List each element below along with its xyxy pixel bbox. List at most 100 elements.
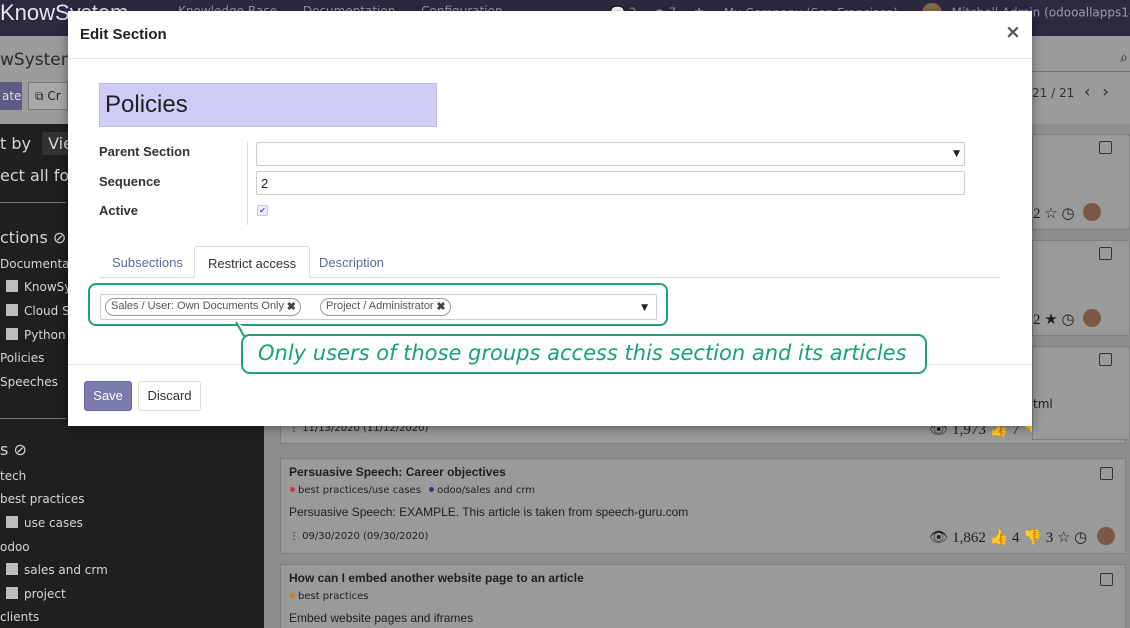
tag-label: use cases	[24, 516, 83, 530]
article-card[interactable]: tml	[1032, 346, 1130, 440]
discard-button[interactable]: Discard	[138, 381, 201, 411]
sections-title: ctions	[0, 228, 48, 247]
section-item[interactable]: Speeches	[0, 375, 58, 389]
article-title[interactable]: Persuasive Speech: Career objectives	[289, 465, 506, 479]
author-avatar	[1097, 527, 1115, 545]
create-button[interactable]: ate	[0, 82, 22, 110]
tag-label: best practices	[0, 492, 85, 506]
tag-text: odoo/sales and crm	[437, 485, 535, 496]
dialog-title: Edit Section	[80, 26, 167, 43]
views-count: 1,862	[952, 530, 986, 546]
section-item[interactable]: Cloud S	[6, 304, 70, 318]
tag-label: project	[24, 587, 66, 601]
tag-dot	[290, 593, 295, 598]
tag-item[interactable]: sales and crm	[6, 563, 108, 577]
pager-nav: ‹›	[1084, 82, 1121, 101]
article-title[interactable]: How can I embed another website page to …	[289, 571, 584, 585]
tags-heading: s ⊘	[0, 440, 27, 459]
chevron-right-icon[interactable]: ›	[1102, 82, 1120, 101]
active-checkbox[interactable]: ✔	[257, 205, 268, 216]
clear-tags-icon[interactable]: ⊘	[13, 440, 26, 459]
parent-section-select[interactable]: ▼	[256, 142, 965, 166]
section-name-input[interactable]: Policies	[99, 83, 437, 127]
select-checkbox[interactable]	[1099, 353, 1112, 366]
article-card[interactable]: 2 ☆ ◷	[1032, 134, 1130, 230]
divider	[0, 202, 66, 203]
clock-icon: ◷	[1061, 206, 1075, 222]
article-date: ⋮ 09/30/2020 (09/30/2020)	[289, 531, 429, 542]
article-card[interactable]: How can I embed another website page to …	[280, 564, 1126, 628]
sort-by-text: t by	[0, 134, 31, 153]
article-stats: 2 ☆ ◷	[1033, 203, 1101, 223]
section-label: Policies	[0, 351, 45, 365]
clock-icon: ◷	[1074, 530, 1088, 546]
tab-subsections[interactable]: Subsections	[99, 246, 196, 278]
tag-item[interactable]: project	[6, 587, 66, 601]
checkbox[interactable]	[6, 587, 18, 599]
checkbox[interactable]	[6, 304, 18, 316]
tab-restrict-access[interactable]: Restrict access	[194, 246, 311, 278]
article-card[interactable]: 2 ★ ◷	[1032, 240, 1130, 336]
highlight-frame	[88, 283, 668, 326]
star-icon[interactable]: ☆	[1057, 530, 1070, 546]
star-icon[interactable]: ★	[1044, 312, 1057, 328]
tag-item[interactable]: best practices	[0, 492, 85, 506]
section-label: Documentat	[0, 257, 75, 271]
section-label: Speeches	[0, 375, 58, 389]
divider	[0, 418, 66, 419]
section-label: Cloud S	[24, 304, 70, 318]
article-description-fragment: tml	[1033, 397, 1053, 411]
sequence-input[interactable]: 2	[256, 171, 965, 195]
star-icon[interactable]: ☆	[1044, 206, 1057, 222]
checkbox[interactable]	[6, 516, 18, 528]
tag-item[interactable]: clients	[0, 610, 39, 624]
caret-down-icon[interactable]: ▼	[953, 149, 960, 159]
select-checkbox[interactable]	[1099, 141, 1112, 154]
select-checkbox[interactable]	[1100, 573, 1113, 586]
article-card[interactable]: Persuasive Speech: Career objectives bes…	[280, 458, 1126, 554]
thumbs-down-icon[interactable]: 👎	[1023, 530, 1042, 546]
tag-item[interactable]: use cases	[6, 516, 83, 530]
select-checkbox[interactable]	[1100, 467, 1113, 480]
section-label: Python	[24, 328, 66, 342]
checkbox[interactable]	[6, 280, 18, 292]
save-button[interactable]: Save	[84, 381, 132, 411]
search-input[interactable]: ⌕	[1030, 48, 1130, 72]
chevron-left-icon[interactable]: ‹	[1084, 82, 1102, 101]
select-checkbox[interactable]	[1099, 247, 1112, 260]
section-item[interactable]: KnowSy	[6, 280, 71, 294]
tag-text: best practices	[298, 591, 369, 602]
tab-description[interactable]: Description	[306, 246, 397, 278]
article-tags: best practices	[289, 591, 368, 602]
tag-label: tech	[0, 469, 27, 483]
annotation-callout: Only users of those groups access this s…	[241, 334, 927, 374]
duplicate-button[interactable]: ⧉ Cr	[28, 82, 68, 110]
tag-text: best practices/use cases	[298, 485, 421, 496]
likes-count: 2	[1033, 312, 1041, 328]
section-item[interactable]: Python	[6, 328, 66, 342]
section-label: KnowSy	[24, 280, 72, 294]
close-icon[interactable]: ×	[1005, 21, 1021, 43]
pager-value[interactable]: 21 / 21	[1032, 86, 1074, 100]
thumbs-up-icon[interactable]: 👍	[990, 530, 1009, 546]
checkbox[interactable]	[6, 328, 18, 340]
search-icon[interactable]: ⌕	[1120, 50, 1128, 66]
tag-label: odoo	[0, 540, 30, 554]
tag-item[interactable]: odoo	[0, 540, 30, 554]
article-stats: 2 ★ ◷	[1033, 309, 1101, 329]
sequence-label: Sequence	[99, 174, 161, 189]
duplicate-button-label: Cr	[47, 89, 61, 103]
author-avatar	[1082, 309, 1101, 327]
breadcrumb[interactable]: wSystem	[0, 50, 77, 70]
section-item[interactable]: Policies	[0, 351, 44, 365]
tag-label: clients	[0, 610, 40, 624]
section-item[interactable]: Documentat	[0, 257, 74, 271]
article-stats: 👁 1,862 👍 4 👎 3 ☆ ◷	[929, 527, 1115, 547]
dislikes-count: 3	[1045, 530, 1054, 546]
clear-sections-icon[interactable]: ⊘	[53, 228, 66, 247]
tag-item[interactable]: tech	[0, 469, 26, 483]
checkbox[interactable]	[6, 563, 18, 575]
likes-count: 4	[1012, 530, 1020, 546]
likes-count: 2	[1033, 206, 1041, 222]
dialog-tabs: Subsections Restrict access Description	[99, 246, 1000, 278]
